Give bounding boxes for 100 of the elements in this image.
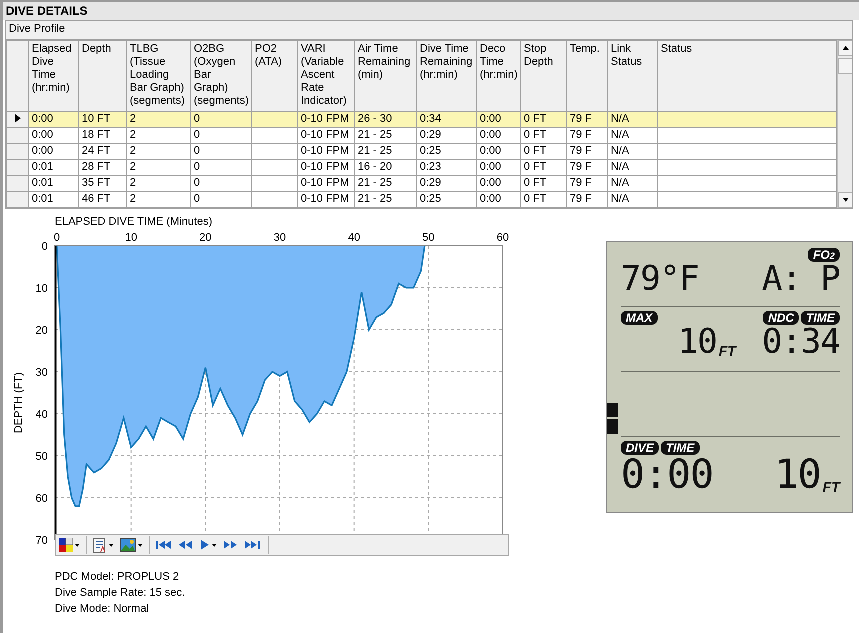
caret-icon bbox=[109, 544, 114, 546]
table-cell: 79 F bbox=[566, 192, 608, 208]
table-cell: 21 - 25 bbox=[354, 192, 416, 208]
column-header[interactable]: Link Status bbox=[608, 40, 658, 112]
info-line: Dive Mode: Normal bbox=[55, 603, 150, 616]
column-header[interactable]: O2BG (Oxygen Bar Graph) (segments) bbox=[190, 40, 252, 112]
table-cell: 0 FT bbox=[520, 128, 566, 144]
column-header[interactable]: PO2 (ATA) bbox=[252, 40, 298, 112]
column-header[interactable]: Temp. bbox=[566, 40, 608, 112]
scroll-down-icon bbox=[842, 196, 850, 204]
table-cell: 0-10 FPM bbox=[298, 160, 354, 176]
scrollbar[interactable] bbox=[837, 40, 852, 208]
table-cell: N/A bbox=[608, 112, 658, 128]
table-cell bbox=[252, 176, 298, 192]
ndc-label: TIME bbox=[801, 311, 840, 325]
y-tick-label: 20 bbox=[36, 325, 48, 337]
scroll-down-button[interactable] bbox=[838, 192, 852, 208]
table-cell: 0:01 bbox=[28, 160, 78, 176]
table-cell: 0:00 bbox=[476, 192, 520, 208]
table-cell: 0 bbox=[190, 128, 252, 144]
max-label: MAX bbox=[621, 311, 658, 325]
table-cell: 79 F bbox=[566, 176, 608, 192]
max-depth-reading: 10 bbox=[678, 325, 717, 359]
x-axis-title: ELAPSED DIVE TIME (Minutes) bbox=[55, 216, 213, 228]
column-header[interactable]: VARI (Variable Ascent Rate Indicator) bbox=[298, 40, 354, 112]
table-cell: N/A bbox=[608, 160, 658, 176]
table-cell bbox=[252, 112, 298, 128]
table-cell: N/A bbox=[608, 192, 658, 208]
y-tick-label: 10 bbox=[36, 283, 48, 295]
x-tick-label: 40 bbox=[348, 232, 360, 244]
skip-end-icon bbox=[245, 540, 261, 550]
table-cell: 2 bbox=[126, 144, 190, 160]
y-tick-label: 0 bbox=[42, 241, 48, 253]
x-tick-label: 10 bbox=[125, 232, 138, 244]
table-cell: 2 bbox=[126, 192, 190, 208]
table-cell: 0-10 FPM bbox=[298, 144, 354, 160]
row-selector[interactable] bbox=[6, 112, 28, 128]
column-header[interactable]: TLBG (Tissue Loading Bar Graph) (segments) bbox=[126, 40, 190, 112]
table-cell: 0:34 bbox=[416, 112, 476, 128]
table-cell: 21 - 25 bbox=[354, 128, 416, 144]
table-cell: 0 bbox=[190, 112, 252, 128]
table-cell: 0:29 bbox=[416, 176, 476, 192]
table-cell: 0:01 bbox=[28, 176, 78, 192]
row-pointer-icon bbox=[14, 114, 20, 122]
dive-time-label: DIVE bbox=[621, 441, 660, 455]
column-header[interactable]: Elapsed Dive Time (hr:min) bbox=[28, 40, 78, 112]
table-cell: 0:00 bbox=[476, 176, 520, 192]
column-header[interactable]: Deco Time (hr:min) bbox=[476, 40, 520, 112]
ndc-time-reading: 0:34 bbox=[762, 325, 840, 359]
scroll-thumb[interactable] bbox=[838, 58, 852, 74]
caret-icon bbox=[138, 544, 143, 546]
column-header[interactable]: Status bbox=[658, 40, 836, 112]
unit-label: FT bbox=[719, 343, 736, 359]
table-cell: 26 - 30 bbox=[354, 112, 416, 128]
dive-time-reading: 0:00 bbox=[621, 455, 714, 495]
column-header[interactable]: Air Time Remaining (min) bbox=[354, 40, 416, 112]
unit-label: FT bbox=[822, 479, 840, 495]
y-tick-label: 50 bbox=[36, 451, 48, 463]
table-cell: 46 FT bbox=[78, 192, 126, 208]
image-button[interactable] bbox=[117, 535, 146, 555]
table-cell: 28 FT bbox=[78, 160, 126, 176]
table-cell: 0 bbox=[190, 160, 252, 176]
table-cell: 0 bbox=[190, 176, 252, 192]
table-cell: 0 FT bbox=[520, 176, 566, 192]
temperature-reading: 79°F bbox=[621, 262, 699, 296]
table-cell: 0:29 bbox=[416, 128, 476, 144]
table-cell: 24 FT bbox=[78, 144, 126, 160]
table-cell: 0:00 bbox=[476, 112, 520, 128]
palette-button[interactable] bbox=[56, 535, 83, 555]
caret-icon bbox=[75, 544, 80, 546]
panel-title: DIVE DETAILS bbox=[3, 0, 859, 20]
table-cell: 0:00 bbox=[476, 128, 520, 144]
table-cell: 0 bbox=[190, 144, 252, 160]
table-cell: 0:00 bbox=[476, 144, 520, 160]
scroll-up-button[interactable] bbox=[838, 40, 852, 56]
table-cell: 79 F bbox=[566, 144, 608, 160]
y-tick-label: 70 bbox=[36, 535, 48, 547]
column-header[interactable]: Stop Depth bbox=[520, 40, 566, 112]
y-tick-label: 30 bbox=[36, 367, 48, 379]
table-cell: 0 bbox=[190, 192, 252, 208]
caret-icon bbox=[212, 544, 217, 546]
table-cell: 2 bbox=[126, 160, 190, 176]
dive-time-label: TIME bbox=[661, 441, 700, 455]
table-cell: 0:00 bbox=[28, 128, 78, 144]
table-cell: 0:25 bbox=[416, 192, 476, 208]
table-cell: 0:01 bbox=[28, 192, 78, 208]
info-line: Dive Sample Rate: 15 sec. bbox=[55, 587, 186, 600]
table-cell: 0-10 FPM bbox=[298, 128, 354, 144]
table-cell: 2 bbox=[126, 176, 190, 192]
table-cell: 0:25 bbox=[416, 144, 476, 160]
column-header[interactable]: Dive Time Remaining (hr:min) bbox=[416, 40, 476, 112]
y-tick-label: 60 bbox=[36, 493, 48, 505]
table-cell: N/A bbox=[608, 144, 658, 160]
y-tick-label: 40 bbox=[36, 409, 48, 421]
table-cell: 21 - 25 bbox=[354, 176, 416, 192]
table-cell: 79 F bbox=[566, 160, 608, 176]
table-cell: 16 - 20 bbox=[354, 160, 416, 176]
bar-graph-icon bbox=[607, 403, 618, 434]
x-tick-label: 30 bbox=[274, 232, 286, 244]
column-header[interactable]: Depth bbox=[78, 40, 126, 112]
